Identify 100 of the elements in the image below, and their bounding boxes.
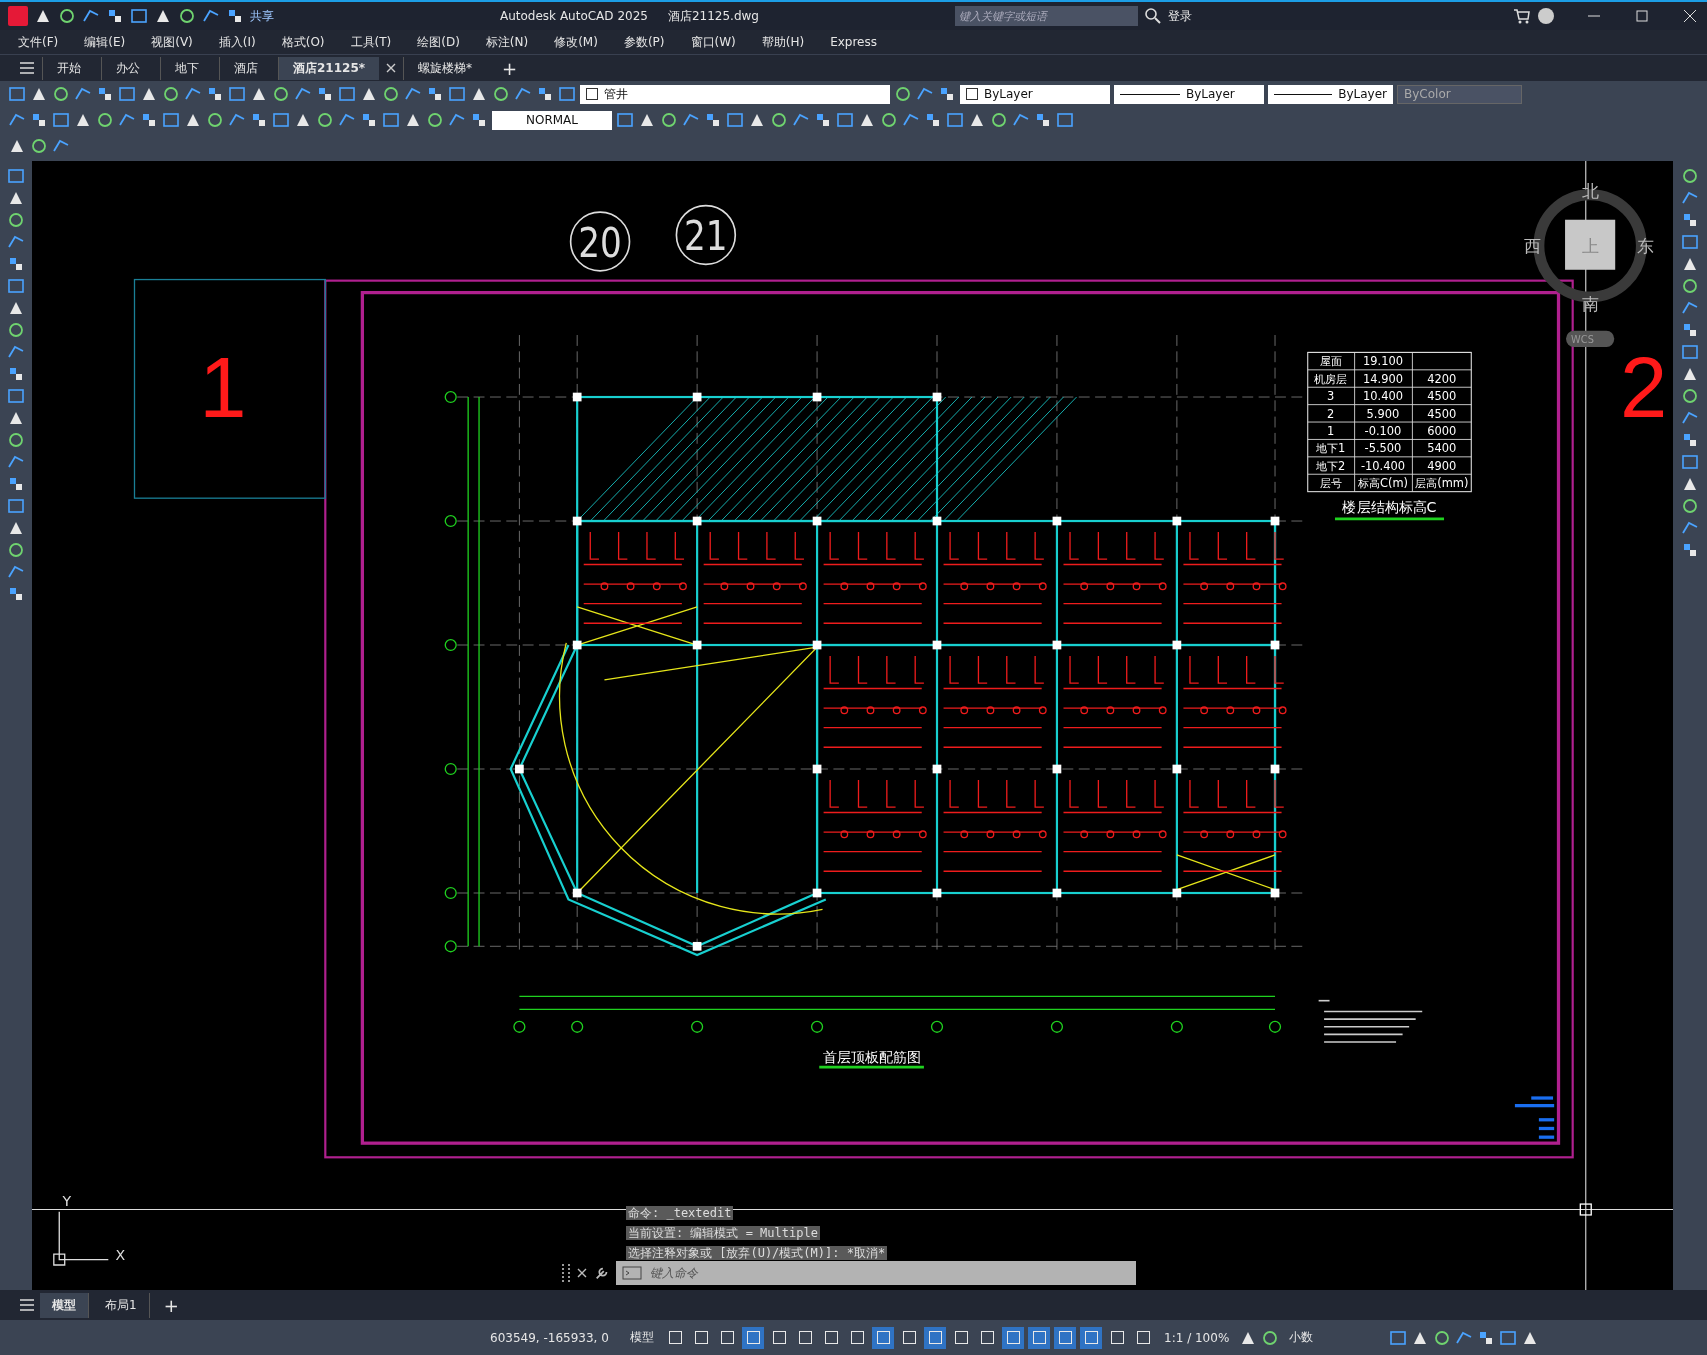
toolbar-icon[interactable] <box>360 111 378 129</box>
tool-icon[interactable] <box>7 321 25 339</box>
file-tab[interactable]: 酒店21125* <box>278 56 380 80</box>
menu-item[interactable]: 工具(T) <box>350 33 392 51</box>
menu-item[interactable]: 窗口(W) <box>690 33 736 51</box>
view-cube[interactable] <box>1565 219 1616 270</box>
wrench-icon[interactable] <box>594 1265 610 1281</box>
menu-item[interactable]: 文件(F) <box>18 33 59 51</box>
tool-icon[interactable] <box>1681 541 1699 559</box>
compass-south[interactable]: 南 <box>1581 294 1599 314</box>
menu-item[interactable]: 插入(I) <box>218 33 256 51</box>
tool-icon[interactable] <box>7 211 25 229</box>
tool-icon[interactable] <box>7 431 25 449</box>
color-dropdown[interactable]: ByLayer <box>960 84 1110 104</box>
new-layout-button[interactable]: + <box>153 1294 189 1316</box>
layout-tab[interactable]: 模型 <box>40 1292 89 1318</box>
file-tab[interactable]: 酒店 <box>219 56 272 80</box>
coordinates-readout[interactable]: 603549, -165933, 0 <box>490 1330 620 1345</box>
status-toggle[interactable] <box>872 1326 894 1349</box>
toolbar-icon[interactable] <box>178 7 196 25</box>
tool-icon[interactable] <box>1681 167 1699 185</box>
status-icon[interactable] <box>1261 1328 1280 1347</box>
toolbar-icon[interactable] <box>206 85 224 103</box>
tool-icon[interactable] <box>1681 277 1699 295</box>
status-toggle[interactable] <box>742 1326 764 1349</box>
menu-item[interactable]: 绘图(D) <box>417 33 460 51</box>
status-toggle[interactable] <box>1080 1326 1102 1349</box>
toolbar-icon[interactable] <box>58 7 76 25</box>
toolbar-icon[interactable] <box>470 111 488 129</box>
terminal-icon[interactable] <box>622 1266 642 1280</box>
toolbar-icon[interactable] <box>140 111 158 129</box>
tool-icon[interactable] <box>1681 211 1699 229</box>
tool-icon[interactable] <box>7 255 25 273</box>
menu-item[interactable]: 标注(N) <box>485 33 529 51</box>
toolbar-icon[interactable] <box>536 85 554 103</box>
toolbar-icon[interactable] <box>316 85 334 103</box>
menu-item[interactable]: 格式(O) <box>281 33 325 51</box>
status-toggle[interactable] <box>1054 1326 1076 1349</box>
sign-in-button[interactable]: 登录 <box>1167 7 1192 25</box>
column-node <box>932 640 942 650</box>
search-icon[interactable] <box>1143 7 1162 25</box>
menu-item[interactable]: 帮助(H) <box>761 33 805 51</box>
close-icon[interactable] <box>576 1267 588 1279</box>
layer-dropdown[interactable]: 管井 <box>580 84 890 104</box>
close-icon[interactable] <box>1681 7 1699 25</box>
compass-north[interactable]: 北 <box>1581 180 1599 201</box>
tool-icon[interactable] <box>1681 431 1699 449</box>
file-tab[interactable]: 地下 <box>160 56 213 80</box>
toolbar-icon[interactable] <box>1034 111 1052 129</box>
model-space-button[interactable]: 模型 <box>624 1329 660 1346</box>
toolbar-icon[interactable] <box>250 111 268 129</box>
tool-icon[interactable] <box>1681 387 1699 405</box>
command-line-field[interactable]: 键入命令 <box>616 1261 1136 1285</box>
toolbar-icon[interactable] <box>704 111 722 129</box>
tool-icon[interactable] <box>7 585 25 603</box>
share-button[interactable]: 共享 <box>250 7 274 25</box>
toolbar-icon[interactable] <box>106 7 124 25</box>
tool-icon[interactable] <box>7 365 25 383</box>
toolbar-icon[interactable] <box>96 85 114 103</box>
file-tab[interactable]: 螺旋楼梯* <box>403 56 487 80</box>
annotation-scale-button[interactable]: 1:1 / 100% <box>1158 1330 1236 1345</box>
menu-item[interactable]: 参数(P) <box>623 33 665 51</box>
menu-icon[interactable] <box>18 1296 36 1314</box>
toolbar-icon[interactable] <box>924 111 942 129</box>
toolbar-icon[interactable] <box>814 111 832 129</box>
close-icon[interactable] <box>385 62 398 74</box>
units-dropdown[interactable]: 小数 <box>1283 1329 1386 1346</box>
status-icon[interactable] <box>1433 1328 1452 1347</box>
search-field[interactable]: 键入关键字或短语 <box>954 6 1138 26</box>
status-toggle[interactable] <box>924 1326 946 1349</box>
toolbar-icon[interactable] <box>938 85 956 103</box>
maximize-icon[interactable] <box>1633 7 1651 25</box>
tool-icon[interactable] <box>7 475 25 493</box>
toolbar-icon[interactable] <box>426 85 444 103</box>
tool-icon[interactable] <box>1681 321 1699 339</box>
ucs-axes-icon <box>53 1211 109 1266</box>
tool-icon[interactable] <box>1681 497 1699 515</box>
toolbar-icon[interactable] <box>226 7 244 25</box>
toolbar-icon[interactable] <box>30 111 48 129</box>
table-cell: 1 <box>1327 424 1335 439</box>
new-tab-button[interactable]: + <box>492 57 528 79</box>
dimension-style-dropdown[interactable]: NORMAL <box>492 110 612 130</box>
lineweight-dropdown[interactable]: ByLayer <box>1268 84 1393 104</box>
menu-item[interactable]: 编辑(E) <box>84 33 126 51</box>
menu-item[interactable]: 修改(M) <box>554 33 598 51</box>
grip-icon[interactable] <box>562 1264 570 1282</box>
status-toggle[interactable] <box>1002 1326 1024 1349</box>
menu-item[interactable]: Express <box>830 35 877 49</box>
linetype-dropdown[interactable]: ByLayer <box>1114 84 1264 104</box>
menu-item[interactable]: 视图(V) <box>151 33 193 51</box>
layout-tab[interactable]: 布局1 <box>93 1292 150 1318</box>
tool-icon[interactable] <box>7 541 25 559</box>
compass-east[interactable]: 东 <box>1637 236 1655 257</box>
command-input[interactable]: 键入命令 <box>648 1265 1130 1281</box>
file-tab[interactable]: 办公 <box>101 56 154 80</box>
status-toggle[interactable] <box>1028 1326 1050 1349</box>
menu-icon[interactable] <box>18 59 36 77</box>
file-tab[interactable]: 开始 <box>42 56 95 80</box>
compass-west[interactable]: 西 <box>1523 236 1541 257</box>
cart-icon[interactable] <box>1513 7 1531 25</box>
